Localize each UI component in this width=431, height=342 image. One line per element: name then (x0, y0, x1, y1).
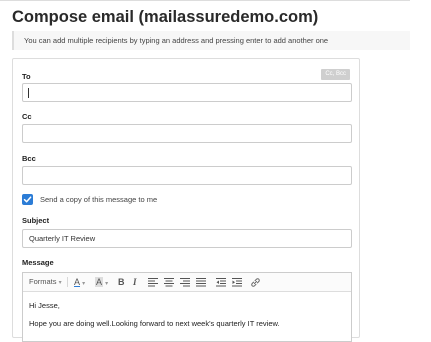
text-color-button[interactable]: A ▾ (74, 273, 85, 291)
outdent-icon[interactable] (216, 278, 226, 287)
recipients-hint: You can add multiple recipients by typin… (12, 31, 410, 50)
background-color-button[interactable]: A ▾ (95, 273, 108, 291)
editor-toolbar: Formats ▾ A ▾ A ▾ B I (23, 273, 351, 292)
subject-label: Subject (22, 216, 50, 225)
send-copy-label[interactable]: Send a copy of this message to me (40, 194, 157, 205)
chevron-down-icon: ▾ (82, 281, 86, 287)
align-right-icon[interactable] (180, 278, 190, 287)
cc-bcc-toggle[interactable]: Cc, Bcc (321, 69, 350, 80)
message-line: Hope you are doing well.Looking forward … (29, 318, 280, 328)
text-caret (28, 88, 29, 98)
message-body: Hi Jesse, Hope you are doing well.Lookin… (29, 299, 280, 330)
bcc-label: Bcc (22, 154, 36, 163)
subject-input[interactable]: Quarterly IT Review (22, 229, 352, 248)
message-label: Message (22, 258, 54, 267)
chevron-down-icon: ▾ (58, 280, 62, 286)
top-divider (0, 0, 410, 1)
to-input[interactable] (22, 83, 352, 102)
chevron-down-icon: ▾ (105, 281, 109, 287)
cc-label: Cc (22, 112, 32, 121)
bold-button[interactable]: B (118, 273, 125, 291)
link-icon[interactable] (250, 277, 261, 288)
bcc-input[interactable] (22, 166, 352, 185)
indent-icon[interactable] (232, 278, 242, 287)
to-label: To (22, 72, 31, 81)
subject-input-value: Quarterly IT Review (29, 234, 96, 243)
align-left-icon[interactable] (148, 278, 158, 287)
justify-icon[interactable] (196, 278, 206, 287)
formats-dropdown[interactable]: Formats ▾ (29, 273, 62, 291)
page-title: Compose email (mailassuredemo.com) (12, 8, 319, 26)
checkmark-icon (23, 196, 32, 203)
toolbar-divider (67, 277, 68, 287)
cc-input[interactable] (22, 124, 352, 143)
compose-form: To Cc, Bcc Cc Bcc Send a copy of this me… (12, 58, 360, 342)
align-center-icon[interactable] (164, 278, 174, 287)
italic-button[interactable]: I (133, 273, 137, 291)
send-copy-checkbox[interactable] (22, 194, 33, 205)
message-editor[interactable]: Formats ▾ A ▾ A ▾ B I Hi Jesse, Hope you… (22, 272, 352, 342)
message-line: Hi Jesse, (29, 301, 60, 310)
text-color-icon: A (74, 277, 81, 287)
background-color-icon: A (95, 277, 104, 287)
formats-label: Formats (29, 277, 57, 286)
